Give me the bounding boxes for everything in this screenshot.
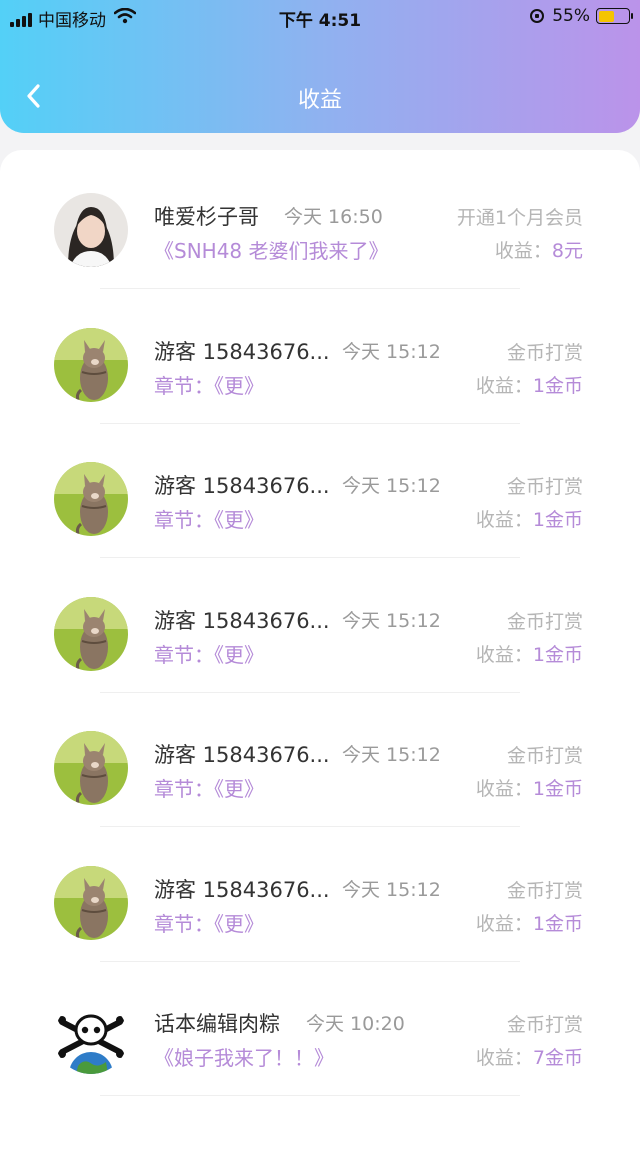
avatar xyxy=(54,731,128,805)
earnings-amount: 收益：1金币 xyxy=(476,505,583,532)
earnings-label: 收益： xyxy=(475,374,533,397)
record-time: 今天 15:12 xyxy=(342,744,441,766)
record-type: 金币打赏 xyxy=(506,476,583,498)
record-type: 金币打赏 xyxy=(506,1014,583,1036)
earnings-label: 收益： xyxy=(475,1047,533,1069)
earnings-amount: 收益：1金币 xyxy=(476,774,583,801)
header-bar: 中国移动 下午 4:51 55% 收益 xyxy=(0,0,640,133)
earnings-value: 7金币 xyxy=(532,1047,583,1069)
avatar xyxy=(54,596,128,671)
record-detail: 章节：《更》 xyxy=(154,911,264,936)
earnings-label: 收益： xyxy=(475,778,533,800)
record-time: 今天 15:12 xyxy=(342,475,441,497)
earnings-amount: 收益：1金币 xyxy=(476,371,583,398)
record-detail: 章节：《更》 xyxy=(154,373,264,398)
record-time: 今天 10:20 xyxy=(306,1013,405,1035)
earnings-value: 8元 xyxy=(551,240,583,262)
divider xyxy=(100,1095,520,1096)
list-item[interactable]: 游客 15843676... 今天 15:12 金币打赏章节：《更》 收益：1金币 xyxy=(0,290,640,424)
earnings-label: 收益： xyxy=(475,643,533,666)
record-time: 今天 15:12 xyxy=(342,878,441,901)
user-name: 话本编辑肉粽 xyxy=(154,1012,280,1036)
record-detail: 章节：《更》 xyxy=(154,508,264,532)
status-bar: 中国移动 下午 4:51 55% xyxy=(0,0,640,34)
list-item[interactable]: 游客 15843676... 今天 15:12 金币打赏章节：《更》 收益：1金币 xyxy=(0,559,640,693)
earnings-value: 1金币 xyxy=(532,778,583,800)
rotation-lock-icon xyxy=(530,9,545,23)
list-item[interactable]: 唯爱杉子哥 今天 16:50 开通1个月会员《SNH48 老婆们我来了》 收益：8元 xyxy=(0,155,640,289)
record-type: 金币打赏 xyxy=(506,879,583,902)
earnings-value: 1金币 xyxy=(532,912,583,935)
battery-icon xyxy=(596,8,633,24)
record-type: 金币打赏 xyxy=(506,341,583,364)
record-detail: 章节：《更》 xyxy=(154,777,264,801)
record-detail: 章节：《更》 xyxy=(154,642,264,667)
list-item[interactable]: 游客 15843676... 今天 15:12 金币打赏章节：《更》 收益：1金币 xyxy=(0,693,640,827)
avatar xyxy=(54,327,128,402)
earnings-amount: 收益：1金币 xyxy=(476,640,583,667)
record-time: 今天 16:50 xyxy=(284,206,383,228)
earnings-amount: 收益：7金币 xyxy=(476,1043,583,1070)
earnings-value: 1金币 xyxy=(532,509,583,531)
user-name: 唯爱杉子哥 xyxy=(154,205,259,229)
user-name: 游客 15843676... xyxy=(154,743,330,767)
earnings-value: 1金币 xyxy=(532,643,583,666)
user-name: 游客 15843676... xyxy=(154,608,330,633)
avatar xyxy=(54,462,128,536)
list-item[interactable]: 游客 15843676... 今天 15:12 金币打赏章节：《更》 收益：1金币 xyxy=(0,828,640,962)
record-time: 今天 15:12 xyxy=(342,609,441,632)
record-detail: 《娘子我来了！！》 xyxy=(154,1046,334,1070)
battery-percent: 55% xyxy=(552,6,590,26)
earnings-value: 1金币 xyxy=(532,374,583,397)
user-name: 游客 15843676... xyxy=(154,339,330,364)
page-title: 收益 xyxy=(297,88,342,113)
record-time: 今天 15:12 xyxy=(342,340,441,363)
list-item[interactable]: 话本编辑肉粽 今天 10:20 金币打赏《娘子我来了！！》 收益：7金币 xyxy=(0,962,640,1096)
avatar xyxy=(54,193,128,267)
record-type: 金币打赏 xyxy=(506,745,583,767)
earnings-label: 收益： xyxy=(475,509,533,531)
avatar xyxy=(54,1000,128,1074)
record-detail: 《SNH48 老婆们我来了》 xyxy=(154,239,389,263)
earnings-list: 唯爱杉子哥 今天 16:50 开通1个月会员 《SNH48 老婆们我来了》 收益：8元游… xyxy=(0,150,640,1150)
record-type: 开通1个月会员 xyxy=(456,207,583,229)
earnings-amount: 收益：1金币 xyxy=(476,909,583,936)
earnings-amount: 收益：8元 xyxy=(495,236,583,263)
record-type: 金币打赏 xyxy=(506,610,583,633)
user-name: 游客 15843676... xyxy=(154,877,330,902)
earnings-label: 收益： xyxy=(475,912,533,935)
list-item[interactable]: 游客 15843676... 今天 15:12 金币打赏章节：《更》 收益：1金币 xyxy=(0,424,640,558)
earnings-label: 收益： xyxy=(494,240,552,262)
user-name: 游客 15843676... xyxy=(154,474,330,498)
avatar xyxy=(54,865,128,940)
